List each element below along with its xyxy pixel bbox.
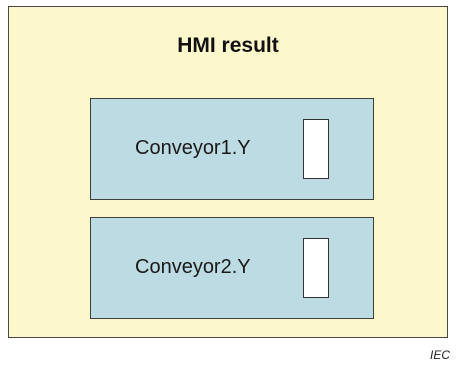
conveyor-1-label: Conveyor1.Y (135, 137, 251, 159)
hmi-result-panel: HMI result Conveyor1.Y Conveyor2.Y (8, 6, 448, 338)
conveyor-1-value-field[interactable] (303, 119, 329, 179)
conveyor-2-label: Conveyor2.Y (135, 256, 251, 278)
conveyor-2-value-field[interactable] (303, 238, 329, 298)
iec-tag: IEC (429, 348, 450, 362)
conveyor-1-box: Conveyor1.Y (90, 98, 374, 200)
hmi-title: HMI result (177, 34, 279, 57)
conveyor-2-box: Conveyor2.Y (90, 217, 374, 319)
